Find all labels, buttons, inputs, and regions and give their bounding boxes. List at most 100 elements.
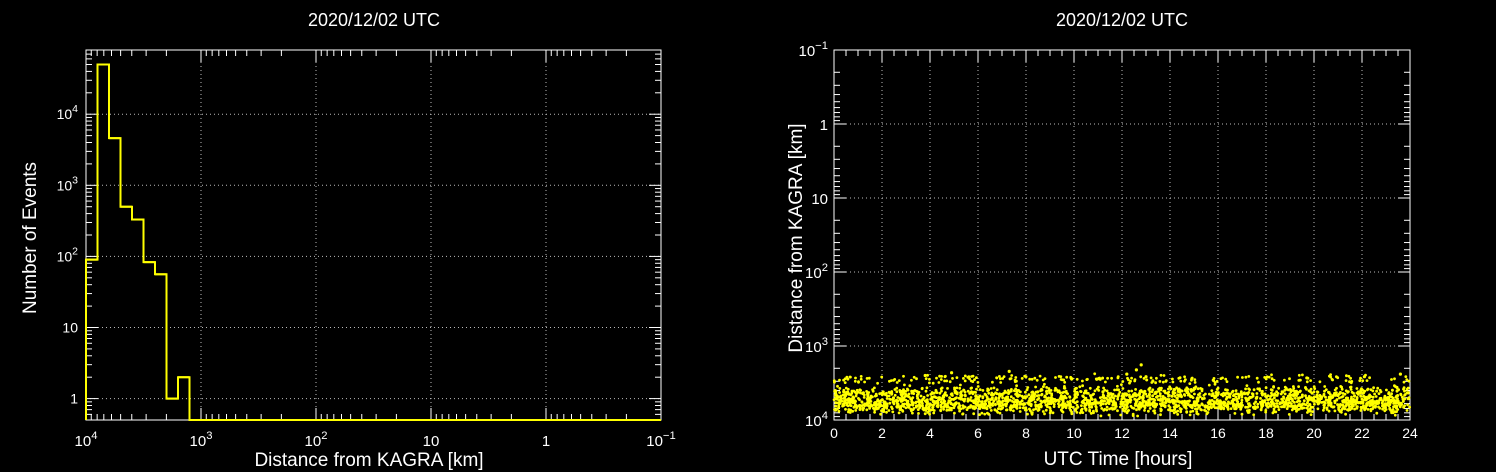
histogram-x-tick-label: 10 bbox=[423, 433, 440, 450]
scatter-point bbox=[931, 405, 935, 409]
scatter-point bbox=[1176, 413, 1180, 416]
scatter-point bbox=[1405, 391, 1409, 394]
scatter-x-tick-label: 18 bbox=[1258, 425, 1274, 441]
scatter-point bbox=[1390, 395, 1394, 399]
scatter-point bbox=[1402, 405, 1405, 409]
scatter-point bbox=[1071, 400, 1075, 404]
scatter-point bbox=[1239, 407, 1243, 411]
scatter-point bbox=[1159, 413, 1162, 417]
scatter-point bbox=[984, 393, 987, 397]
scatter-point bbox=[1005, 408, 1009, 412]
scatter-point bbox=[838, 378, 841, 382]
scatter-point bbox=[1199, 387, 1202, 390]
scatter-point bbox=[952, 406, 956, 410]
scatter-point bbox=[916, 408, 920, 411]
scatter-point bbox=[1253, 405, 1257, 408]
scatter-point bbox=[1151, 379, 1155, 383]
scatter-point bbox=[1062, 386, 1066, 390]
scatter-point bbox=[1129, 404, 1133, 408]
scatter-point bbox=[1171, 377, 1174, 381]
scatter-point bbox=[1350, 407, 1354, 410]
scatter-point bbox=[890, 391, 893, 395]
scatter-point bbox=[1396, 408, 1400, 411]
scatter-point bbox=[1254, 400, 1258, 404]
scatter-point bbox=[1011, 400, 1014, 403]
scatter-point bbox=[1116, 384, 1119, 388]
scatter-point bbox=[1289, 396, 1292, 399]
scatter-point bbox=[1349, 385, 1353, 389]
scatter-y-tick-label: 102 bbox=[805, 262, 828, 282]
scatter-point bbox=[879, 412, 882, 416]
scatter-point bbox=[1138, 395, 1142, 399]
scatter-point bbox=[1116, 375, 1120, 378]
scatter-point bbox=[1211, 378, 1215, 382]
scatter-point bbox=[955, 376, 959, 379]
scatter-point bbox=[1340, 403, 1344, 407]
scatter-point bbox=[1337, 407, 1340, 411]
scatter-point bbox=[849, 408, 852, 412]
scatter-point bbox=[970, 399, 973, 403]
scatter-point bbox=[1144, 375, 1148, 379]
scatter-point bbox=[1322, 394, 1326, 397]
scatter-point bbox=[1287, 413, 1291, 416]
scatter-point bbox=[1257, 380, 1260, 384]
scatter-point bbox=[1097, 377, 1100, 380]
scatter-point bbox=[1057, 402, 1060, 406]
scatter-point bbox=[1246, 411, 1250, 414]
scatter-point bbox=[1153, 398, 1157, 402]
scatter-point bbox=[1177, 387, 1181, 391]
scatter-point bbox=[1234, 403, 1238, 407]
scatter-point bbox=[1104, 380, 1107, 384]
scatter-point bbox=[1208, 392, 1211, 396]
scatter-point bbox=[1172, 399, 1176, 403]
scatter-point bbox=[1015, 384, 1018, 388]
scatter-point bbox=[1001, 377, 1005, 380]
scatter-point bbox=[1039, 405, 1043, 409]
scatter-point bbox=[1179, 410, 1183, 414]
scatter-point bbox=[845, 403, 849, 407]
scatter-point bbox=[876, 381, 879, 385]
scatter-point bbox=[989, 387, 993, 390]
histogram-chart: 2020/12/02 UTC Distance from KAGRA [km] Nu… bbox=[20, 10, 662, 471]
scatter-point bbox=[943, 400, 947, 403]
scatter-point bbox=[1042, 399, 1045, 403]
scatter-point bbox=[1398, 372, 1402, 376]
scatter-point bbox=[1148, 407, 1152, 410]
scatter-point bbox=[869, 394, 873, 398]
scatter-point bbox=[1060, 378, 1064, 382]
scatter-point bbox=[1051, 411, 1055, 415]
scatter-point bbox=[853, 379, 857, 383]
scatter-point bbox=[1155, 390, 1159, 394]
scatter-point bbox=[1222, 400, 1226, 404]
scatter-point bbox=[1301, 402, 1305, 406]
scatter-point bbox=[1329, 375, 1333, 379]
scatter-point bbox=[1179, 379, 1183, 383]
scatter-point bbox=[1264, 408, 1268, 412]
scatter-point bbox=[1161, 380, 1165, 384]
scatter-point bbox=[1233, 412, 1237, 415]
scatter-point bbox=[911, 411, 914, 415]
scatter-point bbox=[1387, 397, 1391, 401]
scatter-point bbox=[915, 377, 918, 381]
scatter-point bbox=[1218, 399, 1222, 403]
scatter-point bbox=[1390, 378, 1393, 381]
scatter-point bbox=[1018, 400, 1022, 404]
scatter-point bbox=[1193, 378, 1197, 381]
scatter-point bbox=[911, 389, 915, 393]
scatter-point bbox=[1353, 394, 1357, 398]
scatter-point bbox=[1302, 399, 1306, 403]
scatter-point bbox=[995, 388, 999, 392]
scatter-point bbox=[863, 380, 866, 384]
scatter-point bbox=[1018, 410, 1022, 413]
scatter-point bbox=[1272, 402, 1276, 406]
scatter-point bbox=[1134, 388, 1137, 391]
scatter-point bbox=[1071, 406, 1075, 409]
scatter-point bbox=[1328, 398, 1332, 401]
scatter-point bbox=[1102, 386, 1105, 390]
scatter-point bbox=[1359, 409, 1363, 412]
scatter-point bbox=[1115, 388, 1119, 392]
scatter-point bbox=[1043, 412, 1046, 416]
scatter-point bbox=[1171, 380, 1175, 384]
scatter-point bbox=[1395, 385, 1399, 389]
scatter-point bbox=[992, 386, 996, 390]
